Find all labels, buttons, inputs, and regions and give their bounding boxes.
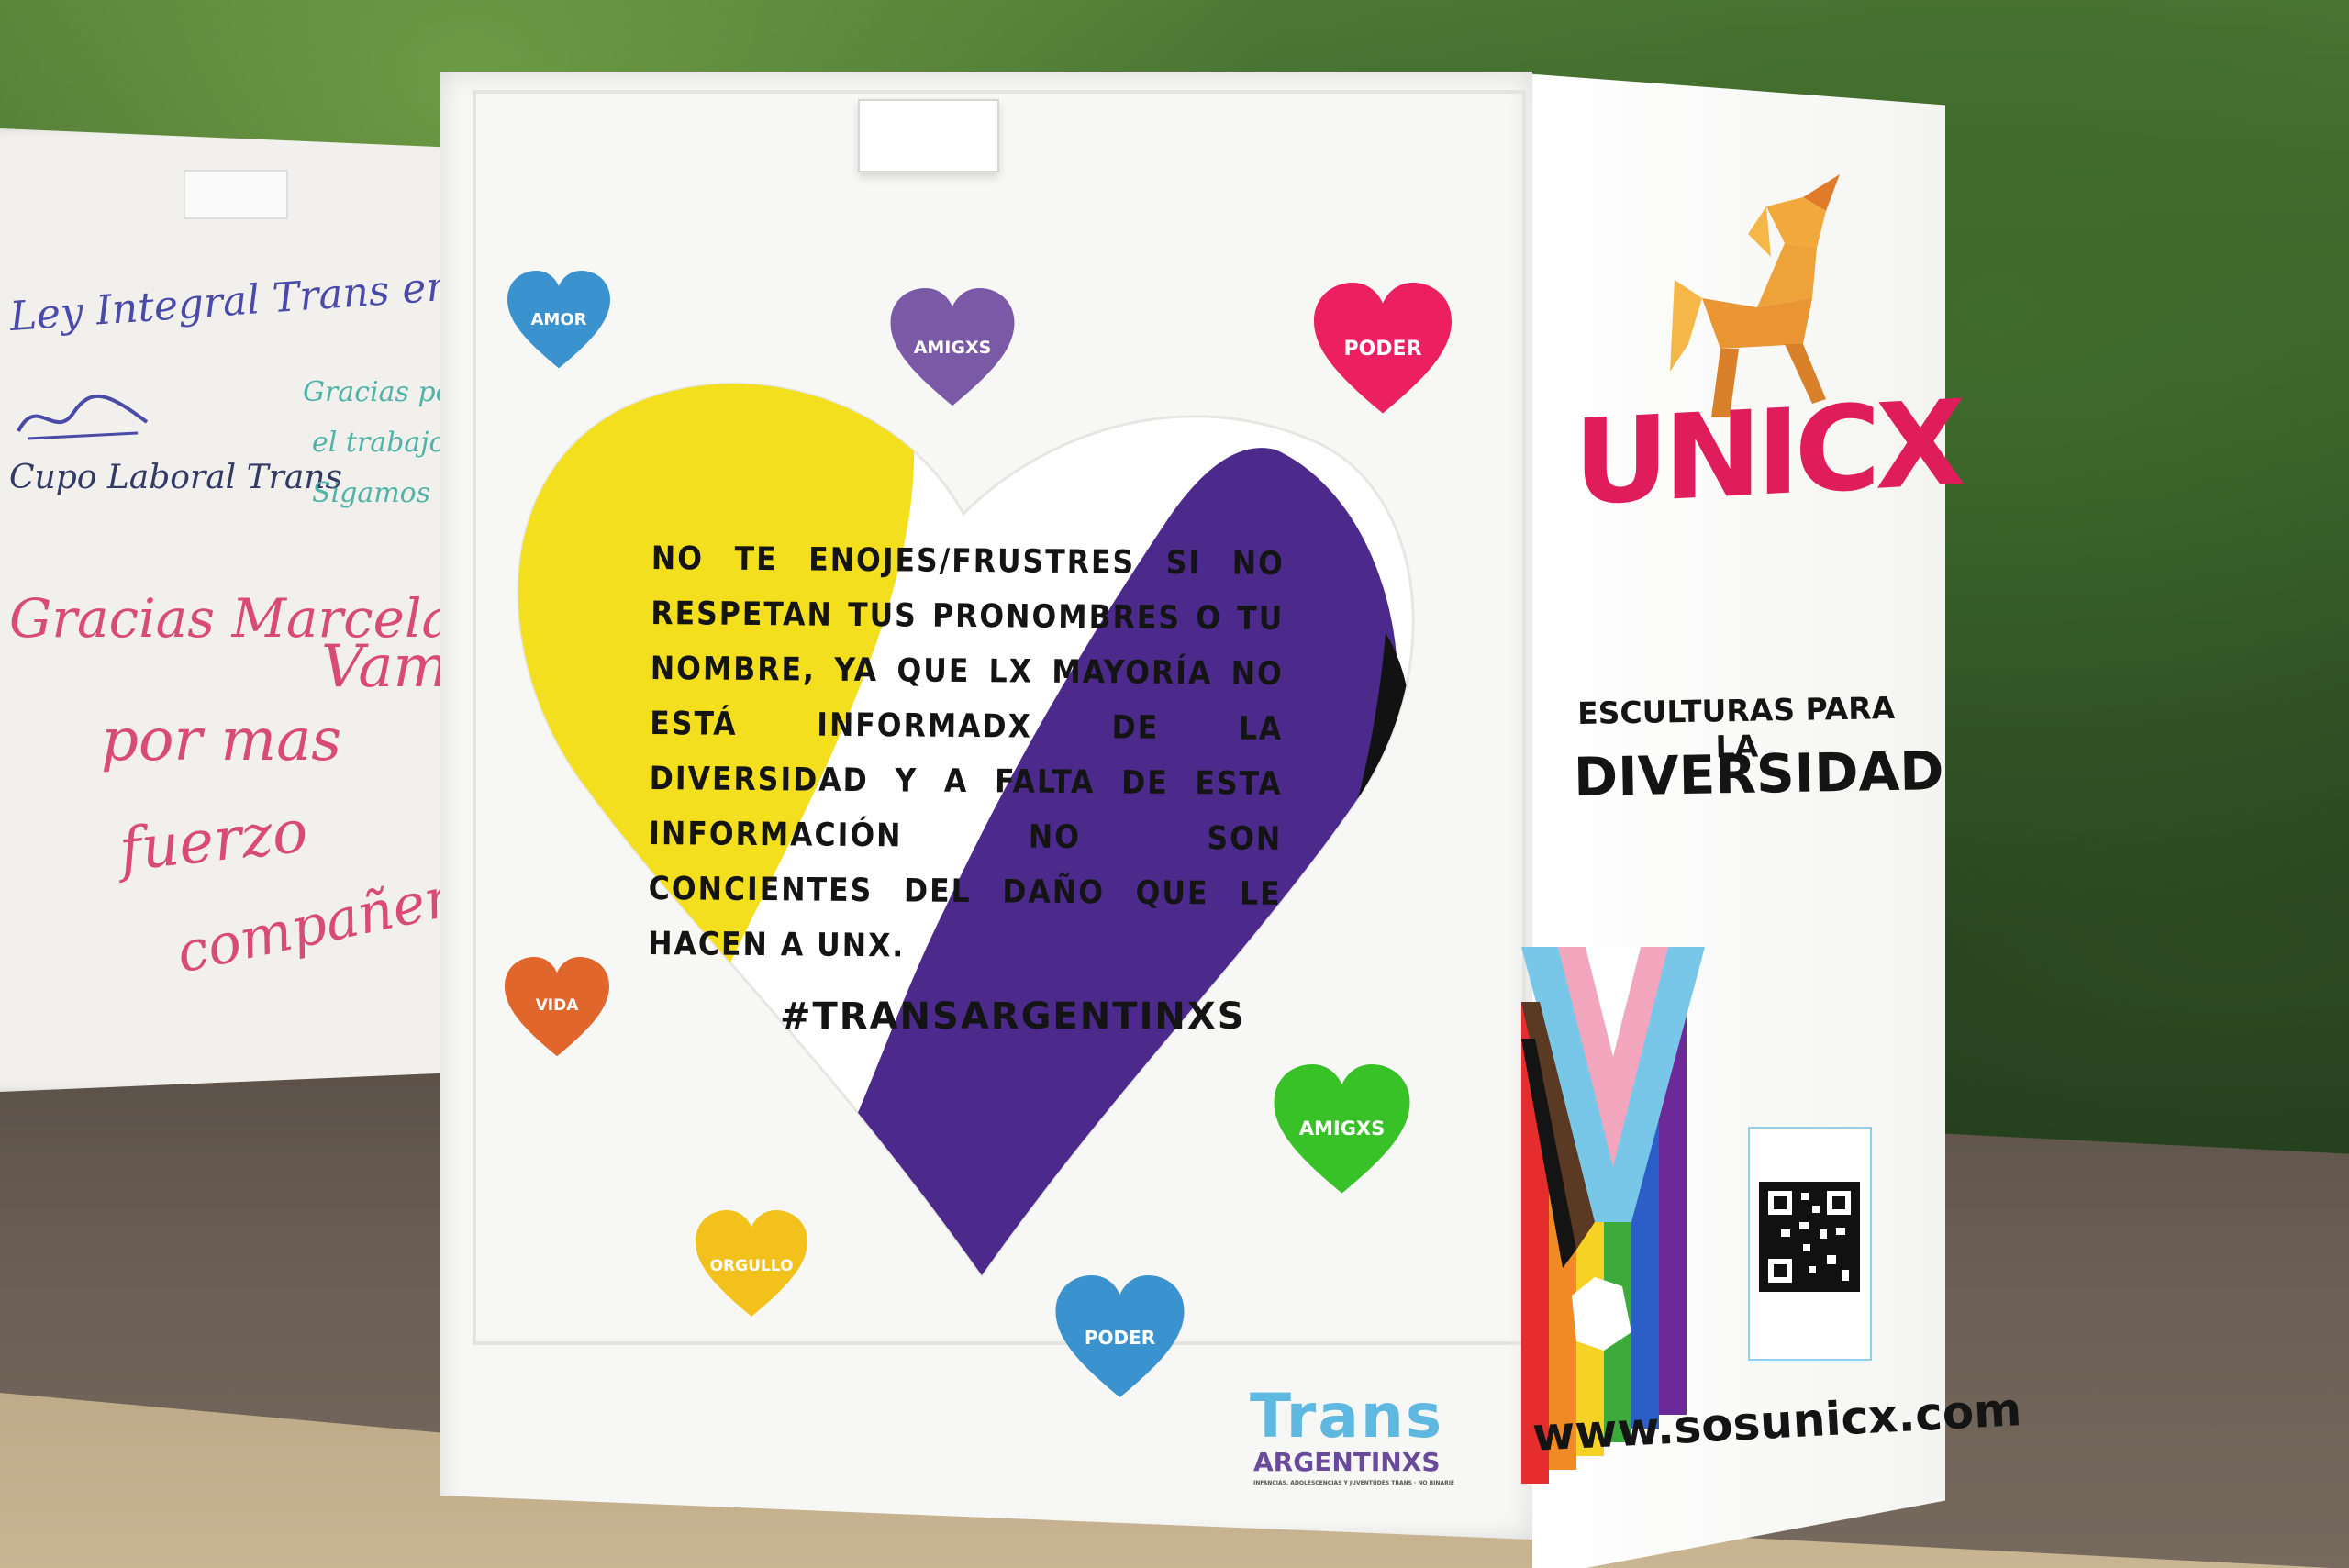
handwriting-line: por mas (101, 706, 342, 774)
board-handle (184, 170, 288, 219)
heart-label: PODER (1343, 338, 1422, 361)
heart-label: ORGULLO (709, 1257, 794, 1275)
heart-label: AMIGXS (1298, 1118, 1386, 1140)
heart-label: AMOR (530, 310, 587, 329)
signature-scribble (9, 385, 156, 453)
trans-logo-tagline: INFANCIAS, ADOLESCENCIAS Y JUVENTUDES TR… (1253, 1480, 1455, 1486)
handwriting-line: Gracias po (303, 376, 452, 408)
handwriting-line: Cupo Laboral Trans (9, 459, 342, 496)
heart-sticker-vida: VIDA (505, 954, 609, 1064)
side-line-2: DIVERSIDAD (1573, 740, 1944, 809)
heart-sticker-amigxs: AMIGXS (888, 288, 1017, 412)
poster-hashtag: #TRANSARGENTINXS (780, 995, 1246, 1038)
heart-sticker-orgullo: ORGULLO (696, 1209, 807, 1323)
brand-wordmark: UNICX (1574, 374, 1961, 533)
heart-sticker-poder: PODER (1310, 283, 1455, 420)
poster-message: NO TE ENOJES/FRUSTRES SI NO RESPETAN TUS… (648, 539, 1285, 965)
trans-argentinxs-logo: Trans ARGENTINXS INFANCIAS, ADOLESCENCIA… (1241, 1381, 1454, 1500)
trans-logo-word: Trans (1250, 1381, 1444, 1451)
heart-sticker-amigxs-green: AMIGXS (1271, 1064, 1413, 1200)
heart-sticker-amor: AMOR (507, 268, 610, 376)
qr-code (1746, 1125, 1874, 1362)
heart-label: PODER (1084, 1327, 1156, 1349)
handwriting-line: el trabajo (312, 427, 446, 459)
box-handle (858, 99, 999, 172)
heart-sticker-poder-blue: PODER (1053, 1275, 1186, 1404)
trans-logo-sub: ARGENTINXS (1253, 1447, 1441, 1477)
photo-scene: Ley Integral Trans en Arg Cupo Laboral T… (0, 0, 2349, 1568)
heart-label: VIDA (535, 996, 579, 1015)
heart-label: AMIGXS (913, 338, 992, 358)
handwriting-line: Sigamos (312, 477, 431, 509)
